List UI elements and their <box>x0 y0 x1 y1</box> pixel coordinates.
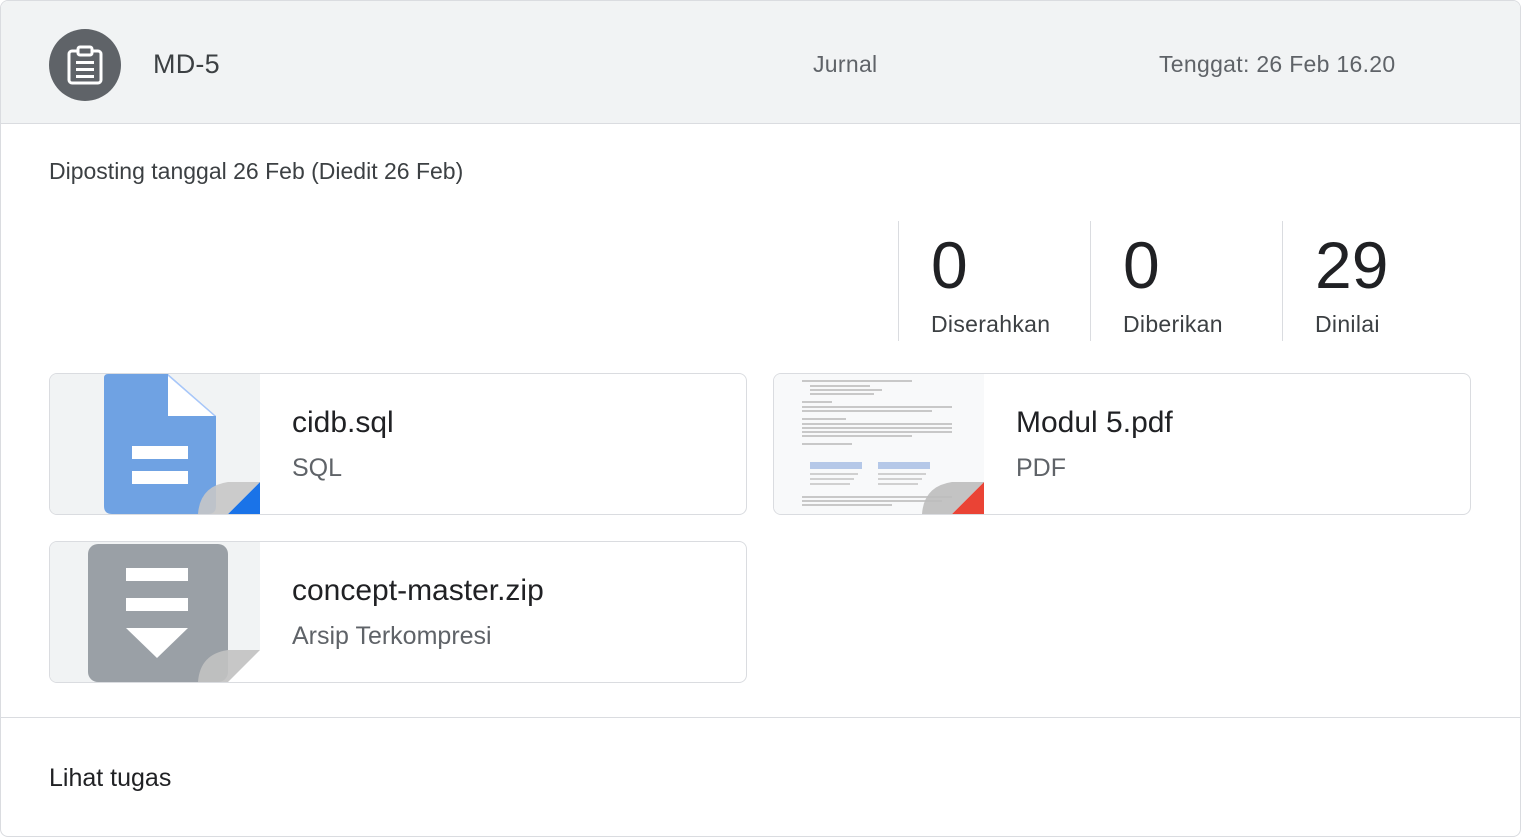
stat-assigned-count: 0 <box>1123 228 1160 302</box>
attachment-concept-master-zip[interactable]: concept-master.zip Arsip Terkompresi <box>49 541 747 683</box>
footer-divider <box>1 717 1520 718</box>
stat-turned-in[interactable]: 0 Diserahkan <box>898 221 1089 341</box>
attachment-name: cidb.sql <box>292 406 394 439</box>
assignment-due-date: Tenggat: 26 Feb 16.20 <box>1159 51 1396 77</box>
posted-date: Diposting tanggal 26 Feb (Diedit 26 Feb) <box>49 158 464 184</box>
attachment-modul-5-pdf[interactable]: Modul 5.pdf PDF <box>773 373 1471 515</box>
attachment-type: Arsip Terkompresi <box>292 622 492 650</box>
assignment-card: MD-5 Jurnal Tenggat: 26 Feb 16.20 Dipost… <box>0 0 1521 837</box>
stat-graded[interactable]: 29 Dinilai <box>1282 221 1473 341</box>
stat-graded-count: 29 <box>1315 228 1389 302</box>
archive-icon <box>88 544 260 682</box>
attachment-name: concept-master.zip <box>292 574 544 607</box>
pdf-thumbnail <box>774 374 984 514</box>
assignment-title: MD-5 <box>153 49 220 79</box>
attachment-type: SQL <box>292 454 343 482</box>
assignment-header[interactable]: MD-5 Jurnal Tenggat: 26 Feb 16.20 <box>1 1 1520 124</box>
stat-assigned-label: Diberikan <box>1123 311 1223 337</box>
stat-graded-label: Dinilai <box>1315 311 1380 337</box>
attachment-name: Modul 5.pdf <box>1016 406 1173 439</box>
stat-turned-in-count: 0 <box>931 228 968 302</box>
assignment-icon <box>67 45 103 85</box>
stat-turned-in-label: Diserahkan <box>931 311 1051 337</box>
google-docs-icon <box>104 374 260 514</box>
attachment-thumbnail <box>50 374 260 514</box>
stat-assigned[interactable]: 0 Diberikan <box>1090 221 1281 341</box>
attachment-thumbnail <box>50 542 260 682</box>
attachment-cidb-sql[interactable]: cidb.sql SQL <box>49 373 747 515</box>
assignment-avatar <box>49 29 121 101</box>
assignment-category: Jurnal <box>813 51 878 77</box>
pdf-preview-icon <box>802 380 984 514</box>
view-assignment-link[interactable]: Lihat tugas <box>49 764 171 793</box>
attachment-type: PDF <box>1016 454 1066 482</box>
